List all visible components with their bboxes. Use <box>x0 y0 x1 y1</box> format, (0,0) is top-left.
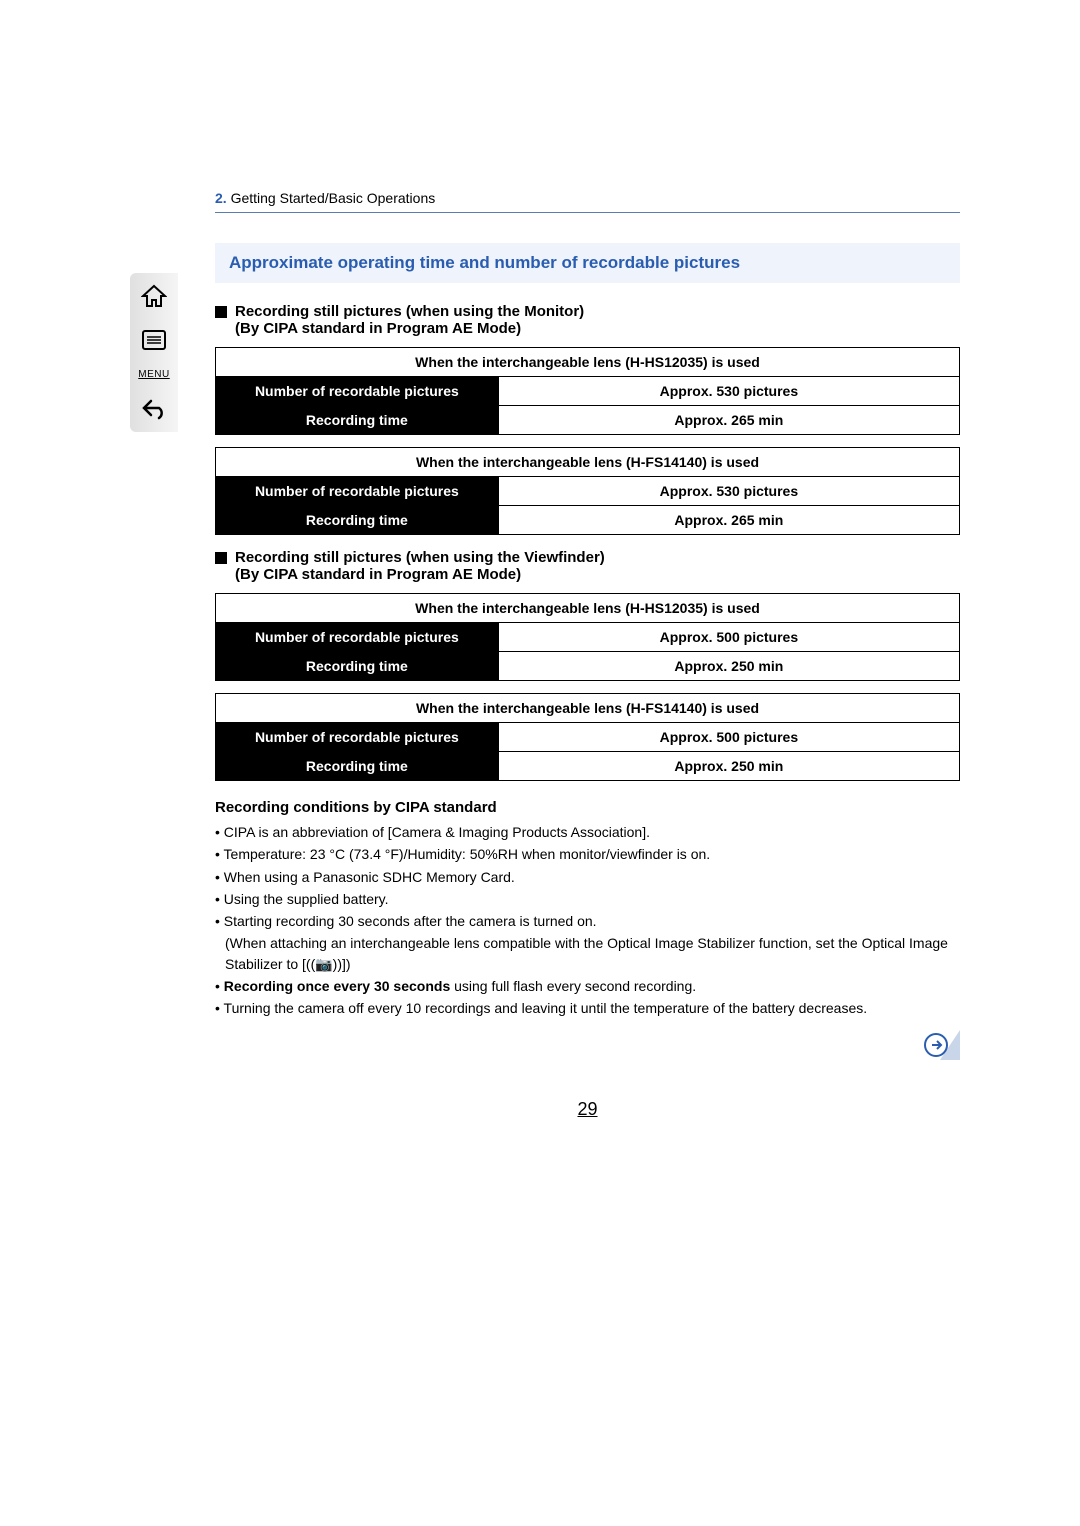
subheading-line: (By CIPA standard in Program AE Mode) <box>235 566 605 583</box>
subheading-line: (By CIPA standard in Program AE Mode) <box>235 320 584 337</box>
subheading-line: Recording still pictures (when using the… <box>235 303 584 320</box>
conditions-list: • CIPA is an abbreviation of [Camera & I… <box>215 822 960 1019</box>
table-header: When the interchangeable lens (H-FS14140… <box>216 694 960 723</box>
row-label: Recording time <box>216 752 499 781</box>
row-value: Approx. 530 pictures <box>498 477 959 506</box>
row-value: Approx. 250 min <box>498 652 959 681</box>
breadcrumb-number: 2. <box>215 190 227 206</box>
section-title: Approximate operating time and number of… <box>215 243 960 283</box>
subheading-viewfinder: Recording still pictures (when using the… <box>215 549 960 583</box>
table-header: When the interchangeable lens (H-HS12035… <box>216 594 960 623</box>
list-item: • Turning the camera off every 10 record… <box>215 998 960 1018</box>
row-label: Number of recordable pictures <box>216 623 499 652</box>
spec-table: When the interchangeable lens (H-HS12035… <box>215 347 960 435</box>
row-label: Recording time <box>216 652 499 681</box>
row-value: Approx. 250 min <box>498 752 959 781</box>
subheading-line: Recording still pictures (when using the… <box>235 549 605 566</box>
row-label: Recording time <box>216 506 499 535</box>
page-number: 29 <box>215 1099 960 1120</box>
list-item: • When using a Panasonic SDHC Memory Car… <box>215 867 960 887</box>
content: Approximate operating time and number of… <box>215 243 960 1120</box>
bullet-square-icon <box>215 552 227 564</box>
conditions-heading: Recording conditions by CIPA standard <box>215 799 960 816</box>
row-value: Approx. 500 pictures <box>498 623 959 652</box>
list-item: • Recording once every 30 seconds using … <box>215 976 960 996</box>
row-value: Approx. 530 pictures <box>498 377 959 406</box>
row-value: Approx. 500 pictures <box>498 723 959 752</box>
table-header: When the interchangeable lens (H-HS12035… <box>216 348 960 377</box>
table-header: When the interchangeable lens (H-FS14140… <box>216 448 960 477</box>
spec-table: When the interchangeable lens (H-FS14140… <box>215 693 960 781</box>
subheading-monitor: Recording still pictures (when using the… <box>215 303 960 337</box>
row-value: Approx. 265 min <box>498 506 959 535</box>
row-label: Number of recordable pictures <box>216 723 499 752</box>
row-label: Number of recordable pictures <box>216 377 499 406</box>
list-item: • Starting recording 30 seconds after th… <box>215 911 960 931</box>
spec-table: When the interchangeable lens (H-HS12035… <box>215 593 960 681</box>
bullet-square-icon <box>215 306 227 318</box>
breadcrumb-text: Getting Started/Basic Operations <box>231 190 436 206</box>
page: 2. Getting Started/Basic Operations Appr… <box>130 190 960 1120</box>
spec-table: When the interchangeable lens (H-FS14140… <box>215 447 960 535</box>
arrow-right-icon <box>922 1030 960 1060</box>
list-item: • Temperature: 23 °C (73.4 °F)/Humidity:… <box>215 844 960 864</box>
breadcrumb: 2. Getting Started/Basic Operations <box>215 190 960 213</box>
list-item: • Using the supplied battery. <box>215 889 960 909</box>
list-item: • CIPA is an abbreviation of [Camera & I… <box>215 822 960 842</box>
next-page-button[interactable] <box>922 1030 960 1060</box>
row-label: Number of recordable pictures <box>216 477 499 506</box>
row-value: Approx. 265 min <box>498 406 959 435</box>
list-item: (When attaching an interchangeable lens … <box>215 933 960 974</box>
row-label: Recording time <box>216 406 499 435</box>
